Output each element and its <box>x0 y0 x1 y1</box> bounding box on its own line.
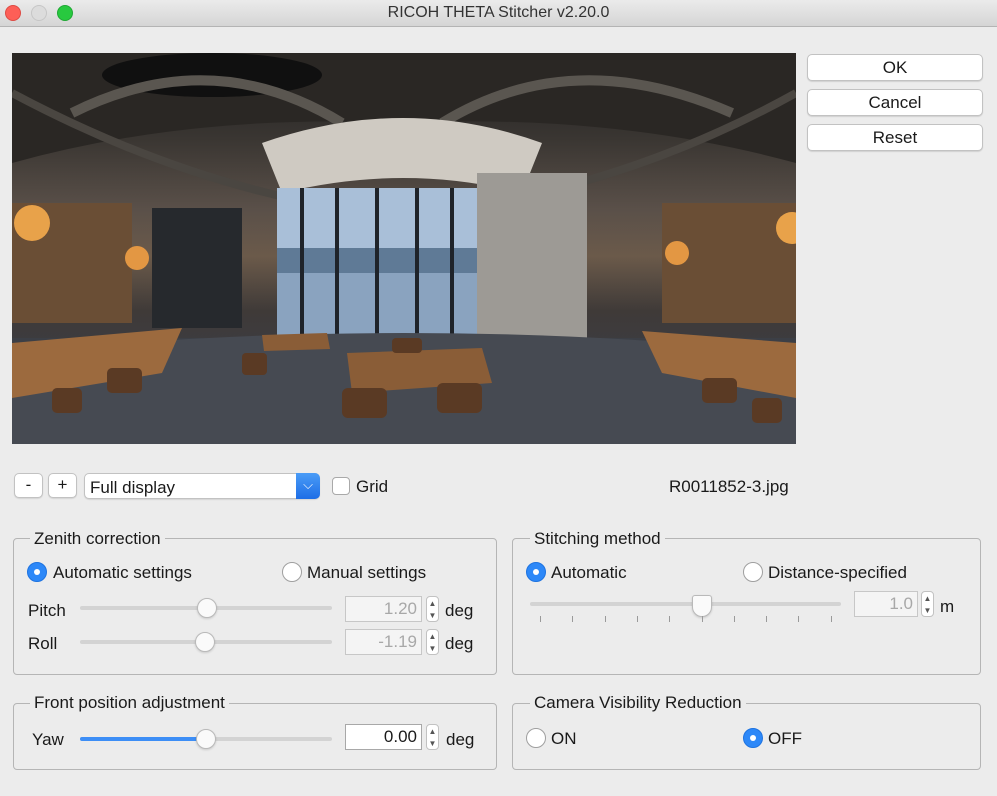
zoom-out-button[interactable]: - <box>14 473 43 498</box>
slider-tick <box>540 616 541 622</box>
slider-tick <box>798 616 799 622</box>
slider-tick <box>605 616 606 622</box>
camera-visibility-off-radio[interactable] <box>743 728 763 748</box>
roll-slider-handle[interactable] <box>195 632 215 652</box>
reset-button[interactable]: Reset <box>807 124 983 151</box>
display-mode-select[interactable]: Full display ⌵ <box>84 473 320 499</box>
distance-unit: m <box>940 597 955 616</box>
pitch-stepper[interactable]: ▲ ▼ <box>426 596 439 622</box>
yaw-stepper[interactable]: ▲ ▼ <box>426 724 439 750</box>
grid-label: Grid <box>356 477 389 496</box>
stitching-automatic-label: Automatic <box>551 563 627 582</box>
chevron-down-icon: ⌵ <box>296 473 320 499</box>
panorama-preview[interactable] <box>12 53 796 444</box>
pitch-label: Pitch <box>28 601 66 620</box>
roll-stepper[interactable]: ▲ ▼ <box>426 629 439 655</box>
roll-unit: deg <box>445 634 474 653</box>
slider-tick <box>572 616 573 622</box>
pitch-slider-handle[interactable] <box>197 598 217 618</box>
zenith-manual-label: Manual settings <box>307 563 427 582</box>
slider-tick <box>766 616 767 622</box>
zenith-automatic-label: Automatic settings <box>53 563 192 582</box>
yaw-unit: deg <box>446 730 475 749</box>
yaw-slider-handle[interactable] <box>196 729 216 749</box>
distance-input[interactable]: 1.0 <box>854 591 918 617</box>
slider-tick <box>637 616 638 622</box>
panorama-image <box>12 53 796 444</box>
zenith-correction-title: Zenith correction <box>30 529 165 549</box>
roll-label: Roll <box>28 634 58 653</box>
distance-slider-track <box>530 602 841 606</box>
title-bar: RICOH THETA Stitcher v2.20.0 <box>0 0 997 27</box>
zenith-manual-radio[interactable] <box>282 562 302 582</box>
camera-visibility-title: Camera Visibility Reduction <box>530 693 746 713</box>
camera-visibility-off-label: OFF <box>768 729 802 748</box>
stitching-automatic-radio[interactable] <box>526 562 546 582</box>
window-title: RICOH THETA Stitcher v2.20.0 <box>387 4 610 21</box>
distance-stepper[interactable]: ▲ ▼ <box>921 591 934 617</box>
slider-tick <box>669 616 670 622</box>
slider-tick <box>831 616 832 622</box>
yaw-label: Yaw <box>32 730 64 749</box>
pitch-input[interactable]: 1.20 <box>345 596 422 622</box>
stitching-distance-radio[interactable] <box>743 562 763 582</box>
cancel-button[interactable]: Cancel <box>807 89 983 116</box>
stitching-method-title: Stitching method <box>530 529 665 549</box>
zoom-in-button[interactable]: + <box>48 473 77 498</box>
yaw-slider-fill <box>80 737 206 741</box>
camera-visibility-on-label: ON <box>551 729 577 748</box>
slider-tick <box>734 616 735 622</box>
ok-button[interactable]: OK <box>807 54 983 81</box>
pitch-unit: deg <box>445 601 474 620</box>
stitching-distance-label: Distance-specified <box>768 563 907 582</box>
roll-input[interactable]: -1.19 <box>345 629 422 655</box>
filename-label: R0011852-3.jpg <box>669 477 789 496</box>
zenith-automatic-radio[interactable] <box>27 562 47 582</box>
camera-visibility-on-radio[interactable] <box>526 728 546 748</box>
front-position-title: Front position adjustment <box>30 693 229 713</box>
yaw-input[interactable]: 0.00 <box>345 724 422 750</box>
grid-checkbox[interactable] <box>332 477 350 495</box>
slider-tick <box>702 616 703 622</box>
distance-slider-handle[interactable] <box>692 595 712 617</box>
display-mode-value: Full display <box>90 478 176 497</box>
